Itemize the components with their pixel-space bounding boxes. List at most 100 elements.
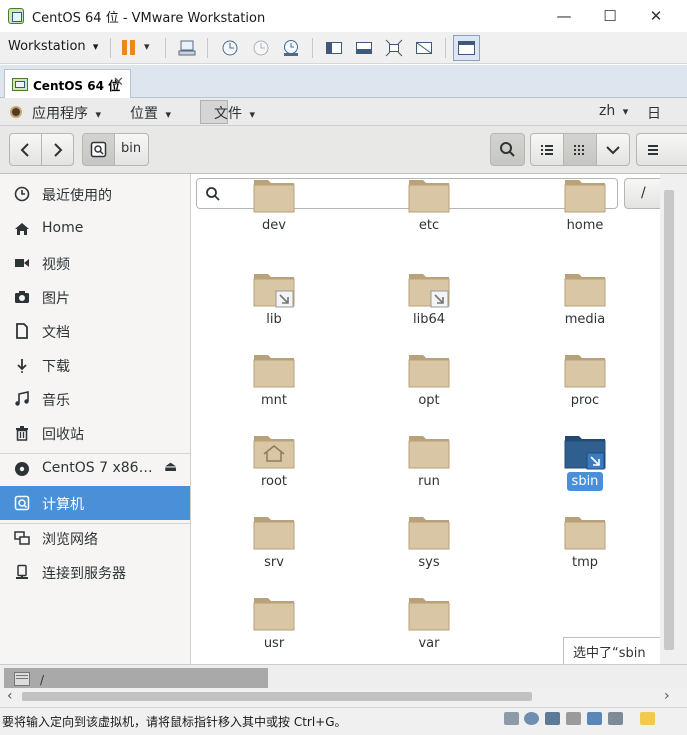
printer-icon[interactable]	[566, 712, 581, 725]
file-view: / dev etc home lib lib64 media mnt opt proc root r…	[192, 174, 660, 664]
home-icon	[14, 221, 30, 237]
chevron-right-icon	[54, 143, 63, 157]
network-adapter-icon[interactable]	[545, 712, 560, 725]
chevron-down-icon	[606, 146, 620, 155]
library-view-icon[interactable]	[325, 39, 343, 57]
file-name: root	[260, 474, 288, 489]
sidebar-item-computer[interactable]: 计算机	[0, 486, 190, 520]
file-item[interactable]: sys	[379, 511, 479, 592]
file-item[interactable]: root	[224, 430, 324, 511]
forward-button[interactable]	[41, 133, 74, 166]
sidebar-item-trash[interactable]: 回收站	[0, 416, 190, 450]
file-item[interactable]: lib64	[379, 268, 479, 349]
search-icon	[500, 142, 515, 157]
vertical-scrollbar-thumb[interactable]	[664, 190, 674, 650]
message-log-icon[interactable]	[640, 712, 655, 725]
main-menu-button[interactable]	[636, 133, 687, 166]
revert-snapshot-icon[interactable]	[252, 39, 270, 57]
input-language-menu[interactable]: zh ▾	[599, 103, 628, 119]
workstation-menu[interactable]: Workstation ▾	[8, 39, 98, 54]
folder-icon	[253, 355, 295, 388]
folder-icon	[253, 274, 295, 308]
minimize-button[interactable]: —	[541, 4, 587, 28]
clock[interactable]: 日	[647, 103, 661, 123]
scroll-left-icon[interactable]: ‹	[7, 688, 13, 704]
sidebar-item-music[interactable]: 音乐	[0, 382, 190, 416]
hard-disk-icon[interactable]	[504, 712, 519, 725]
file-item[interactable]: run	[379, 430, 479, 511]
computer-icon	[14, 495, 30, 511]
console-fit-button[interactable]	[453, 35, 480, 61]
sidebar-item-connect-server[interactable]: 连接到服务器	[0, 555, 190, 589]
sidebar-item-recent[interactable]: 最近使用的	[0, 177, 190, 211]
search-button[interactable]	[490, 133, 525, 166]
sidebar-item-centos-disc[interactable]: CentOS 7 x86… ⏏	[0, 452, 190, 486]
pause-menu-arrow[interactable]: ▾	[144, 40, 150, 53]
file-item[interactable]: srv	[224, 511, 324, 592]
clock-icon	[14, 186, 30, 202]
grid-view-button[interactable]	[563, 133, 597, 166]
sidebar-item-label: 图片	[42, 291, 70, 307]
horizontal-scrollbar-thumb[interactable]	[22, 692, 532, 701]
fullscreen-icon[interactable]	[385, 39, 403, 57]
file-item[interactable]: proc	[535, 349, 635, 430]
sidebar-item-pictures[interactable]: 图片	[0, 280, 190, 314]
sidebar-item-downloads[interactable]: 下载	[0, 348, 190, 382]
document-icon	[14, 323, 30, 339]
file-name: mnt	[261, 393, 287, 408]
vm-icon	[12, 78, 28, 91]
console-view-icon[interactable]	[355, 39, 373, 57]
back-button[interactable]	[9, 133, 42, 166]
tab-close-icon[interactable]: ✕	[113, 75, 124, 90]
file-item[interactable]: sbin	[535, 430, 635, 511]
eject-icon[interactable]: ⏏	[164, 459, 177, 475]
file-item[interactable]: tmp	[535, 511, 635, 592]
file-name: sbin	[535, 472, 635, 491]
folder-icon	[408, 355, 450, 388]
folder-icon	[253, 436, 295, 469]
sidebar: 最近使用的 Home 视频 图片 文档 下载 音乐 回收站 CentOS 7 x…	[0, 174, 191, 664]
maximize-button[interactable]: ☐	[587, 4, 633, 28]
path-toggle-button[interactable]	[82, 133, 115, 166]
sidebar-item-label: 视频	[42, 257, 70, 273]
files-menu[interactable]: 文件 ▾	[214, 103, 255, 123]
network-icon	[14, 530, 30, 546]
send-ctrl-alt-del-icon[interactable]	[178, 39, 196, 57]
pause-icon[interactable]	[120, 39, 138, 57]
sound-card-icon[interactable]	[587, 712, 602, 725]
vm-tab[interactable]: CentOS 64 位 ✕	[4, 69, 131, 99]
file-name: srv	[264, 555, 284, 570]
snapshot-icon[interactable]	[221, 39, 239, 57]
search-icon	[206, 187, 220, 201]
file-item[interactable]: opt	[379, 349, 479, 430]
window-list-label: /	[40, 673, 45, 687]
sidebar-item-videos[interactable]: 视频	[0, 246, 190, 280]
sidebar-item-home[interactable]: Home	[0, 212, 190, 246]
path-segment-bin[interactable]: bin	[114, 133, 149, 166]
cd-drive-icon[interactable]	[524, 712, 539, 725]
places-menu-label: 位置	[130, 106, 158, 122]
display-icon[interactable]	[608, 712, 623, 725]
file-item[interactable]: var	[379, 592, 479, 664]
list-view-button[interactable]	[530, 133, 564, 166]
close-button[interactable]: ✕	[633, 4, 679, 28]
folder-icon	[408, 436, 450, 469]
console-fit-icon	[458, 41, 475, 55]
file-item[interactable]: usr	[224, 592, 324, 664]
file-name: var	[418, 636, 440, 651]
files-header-bar: bin	[0, 126, 687, 174]
file-item[interactable]: media	[535, 268, 635, 349]
unity-icon[interactable]	[415, 39, 433, 57]
file-item[interactable]: lib	[224, 268, 324, 349]
snapshot-manager-icon[interactable]	[282, 39, 300, 57]
file-item[interactable]: mnt	[224, 349, 324, 430]
applications-menu[interactable]: 应用程序 ▾	[32, 103, 101, 123]
chevron-down-icon: ▾	[622, 105, 629, 118]
places-menu[interactable]: 位置 ▾	[130, 103, 171, 123]
sidebar-item-label: 回收站	[42, 427, 84, 443]
sidebar-item-label: CentOS 7 x86…	[42, 460, 153, 476]
sidebar-item-documents[interactable]: 文档	[0, 314, 190, 348]
scroll-right-icon[interactable]: ›	[664, 688, 670, 704]
view-options-button[interactable]	[596, 133, 630, 166]
sidebar-item-browse-network[interactable]: 浏览网络	[0, 521, 190, 555]
